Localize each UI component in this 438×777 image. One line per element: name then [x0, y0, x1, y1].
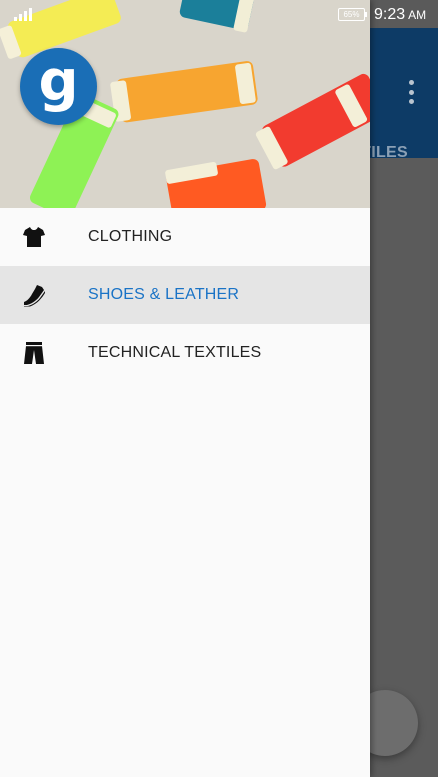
drawer-item-shoes-leather[interactable]: SHOES & LEATHER [0, 266, 370, 324]
drawer-header-image: g [0, 0, 370, 208]
drawer-item-label: TECHNICAL TEXTILES [88, 344, 262, 361]
shoe-icon [24, 285, 45, 307]
clock-ampm: AM [408, 8, 427, 22]
pants-icon [24, 342, 44, 364]
drawer-menu: CLOTHING SHOES & LEATHER TECHNICAL TEXTI… [0, 208, 370, 382]
drawer-item-technical-textiles[interactable]: TECHNICAL TEXTILES [0, 324, 370, 382]
clock: 9:23 AM [374, 6, 426, 24]
status-bar: 65% 9:23 AM [0, 0, 438, 30]
app-logo: g [20, 48, 97, 125]
drawer-item-clothing[interactable]: CLOTHING [0, 208, 370, 266]
navigation-drawer: g CLOTHING SHOES & LEATHER TECHNICAL TEX… [0, 0, 370, 777]
tshirt-icon [23, 227, 45, 247]
signal-icon [14, 8, 32, 21]
drawer-item-label: SHOES & LEATHER [88, 286, 240, 303]
drawer-item-label: CLOTHING [88, 228, 173, 245]
more-vert-icon[interactable] [404, 80, 418, 104]
clock-time: 9:23 [374, 6, 406, 23]
battery-indicator: 65% [338, 8, 367, 21]
battery-level: 65% [343, 10, 360, 19]
